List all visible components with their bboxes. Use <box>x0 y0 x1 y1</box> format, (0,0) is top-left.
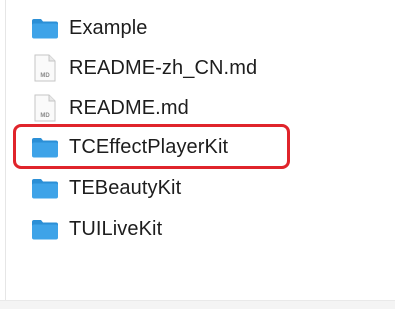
file-name: README-zh_CN.md <box>69 56 258 79</box>
file-row-readme[interactable]: MD README.md <box>30 91 189 125</box>
markdown-file-icon: MD <box>30 93 60 123</box>
file-name: Example <box>69 16 148 39</box>
file-name: TUILiveKit <box>69 217 163 240</box>
file-name: TEBeautyKit <box>69 176 182 199</box>
file-row-tebeautykit[interactable]: TEBeautyKit <box>30 171 181 205</box>
window-bottom-edge <box>0 300 395 309</box>
folder-icon <box>30 173 60 203</box>
file-row-tuilivekit[interactable]: TUILiveKit <box>30 212 162 246</box>
folder-icon <box>30 13 60 43</box>
file-row-example[interactable]: Example <box>30 11 148 45</box>
markdown-file-icon: MD <box>30 53 60 83</box>
file-list: Example MD README-zh_CN.md MD README.md <box>0 0 395 300</box>
folder-icon <box>30 214 60 244</box>
svg-text:MD: MD <box>40 73 50 79</box>
svg-text:MD: MD <box>40 113 50 119</box>
highlight-annotation <box>13 124 290 169</box>
file-row-readme-zh-cn[interactable]: MD README-zh_CN.md <box>30 51 257 85</box>
file-name: README.md <box>69 96 189 119</box>
